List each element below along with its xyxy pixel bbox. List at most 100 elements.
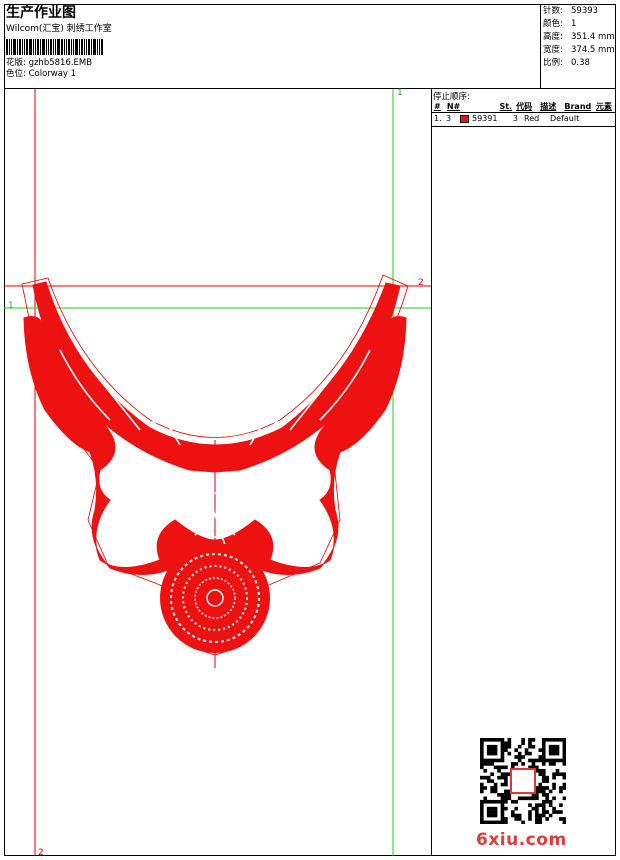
qr-module — [535, 810, 539, 814]
watermark-logo: 6xiu.com — [476, 830, 567, 850]
qr-module — [500, 765, 505, 770]
qr-module — [541, 768, 546, 773]
qr-module — [548, 813, 553, 818]
qr-module — [500, 741, 505, 746]
qr-module — [507, 796, 512, 801]
qr-module — [480, 803, 484, 807]
qr-module — [483, 738, 488, 742]
qr-module — [541, 748, 546, 752]
qr-module — [545, 775, 549, 780]
qr-module — [500, 793, 505, 797]
guide-label-green-top: 1 — [397, 88, 403, 98]
qr-module — [500, 810, 505, 814]
qr-module — [521, 796, 525, 801]
qr-module — [507, 741, 512, 746]
qr-module — [541, 813, 546, 818]
qr-module — [510, 813, 515, 818]
qr-module — [500, 820, 505, 825]
qr-module — [486, 820, 491, 825]
qr-module — [504, 817, 508, 821]
qr-module — [541, 744, 546, 749]
qr-module — [517, 796, 522, 801]
qr-module — [483, 762, 488, 766]
qr-module — [504, 779, 508, 783]
qr-module — [483, 799, 488, 804]
qr-module — [555, 772, 560, 777]
qr-module — [500, 751, 505, 756]
qr-module — [521, 738, 525, 742]
qr-module — [562, 782, 567, 787]
qr-module — [531, 762, 536, 766]
qr-module — [541, 762, 546, 766]
qr-module — [552, 744, 556, 749]
qr-module — [500, 799, 505, 804]
qr-module — [497, 738, 501, 742]
qr-module — [548, 751, 553, 756]
qr-module — [497, 775, 501, 780]
qr-module — [541, 779, 546, 783]
qr-module — [548, 744, 553, 749]
qr-module — [493, 799, 498, 804]
qr-module — [493, 748, 498, 752]
qr-module — [552, 748, 556, 752]
qr-module — [541, 806, 546, 811]
qr-module — [500, 782, 505, 787]
qr-module — [548, 748, 553, 752]
qr-module — [500, 796, 505, 801]
qr-module — [521, 741, 525, 746]
qr-module — [480, 799, 484, 804]
qr-module — [490, 772, 494, 777]
qr-module — [497, 799, 501, 804]
qr-module — [552, 758, 556, 763]
qr-module — [552, 810, 556, 814]
guide-label-red-bottom: 2 — [38, 848, 44, 858]
qr-module — [514, 817, 519, 821]
qr-module — [507, 738, 512, 742]
qr-module — [538, 803, 543, 807]
qr-module — [480, 782, 484, 787]
qr-module — [517, 758, 522, 763]
qr-module — [538, 786, 543, 790]
qr-module — [552, 796, 556, 801]
qr-module — [483, 796, 488, 801]
qr-module — [500, 817, 505, 821]
qr-module — [541, 751, 546, 756]
qr-module — [486, 751, 491, 756]
qr-module — [562, 758, 567, 763]
qr-module — [493, 810, 498, 814]
qr-module — [545, 793, 549, 797]
qr-module — [521, 820, 525, 825]
qr-module — [493, 765, 498, 770]
qr-module — [486, 738, 491, 742]
qr-module — [504, 793, 508, 797]
qr-module — [538, 782, 543, 787]
qr-module — [493, 820, 498, 825]
qr-module — [514, 806, 519, 811]
qr-module — [541, 799, 546, 804]
qr-module — [493, 789, 498, 794]
qr-module — [493, 782, 498, 787]
qr-module — [541, 775, 546, 780]
qr-module — [480, 813, 484, 818]
qr-module — [535, 806, 539, 811]
qr-module — [552, 775, 556, 780]
qr-module — [504, 789, 508, 794]
qr-module — [555, 748, 560, 752]
qr-module — [559, 786, 563, 790]
qr-module — [559, 803, 563, 807]
qr-module — [490, 806, 494, 811]
qr-module — [538, 813, 543, 818]
qr-module — [545, 817, 549, 821]
qr-module — [504, 744, 508, 749]
qr-module — [541, 741, 546, 746]
qr-module — [528, 796, 532, 801]
qr-module — [517, 744, 522, 749]
qr-module — [555, 738, 560, 742]
qr-module — [483, 786, 488, 790]
qr-module — [528, 817, 532, 821]
qr-module — [490, 762, 494, 766]
qr-module — [535, 796, 539, 801]
qr-module — [510, 810, 515, 814]
qr-module — [493, 786, 498, 790]
qr-module — [517, 751, 522, 756]
